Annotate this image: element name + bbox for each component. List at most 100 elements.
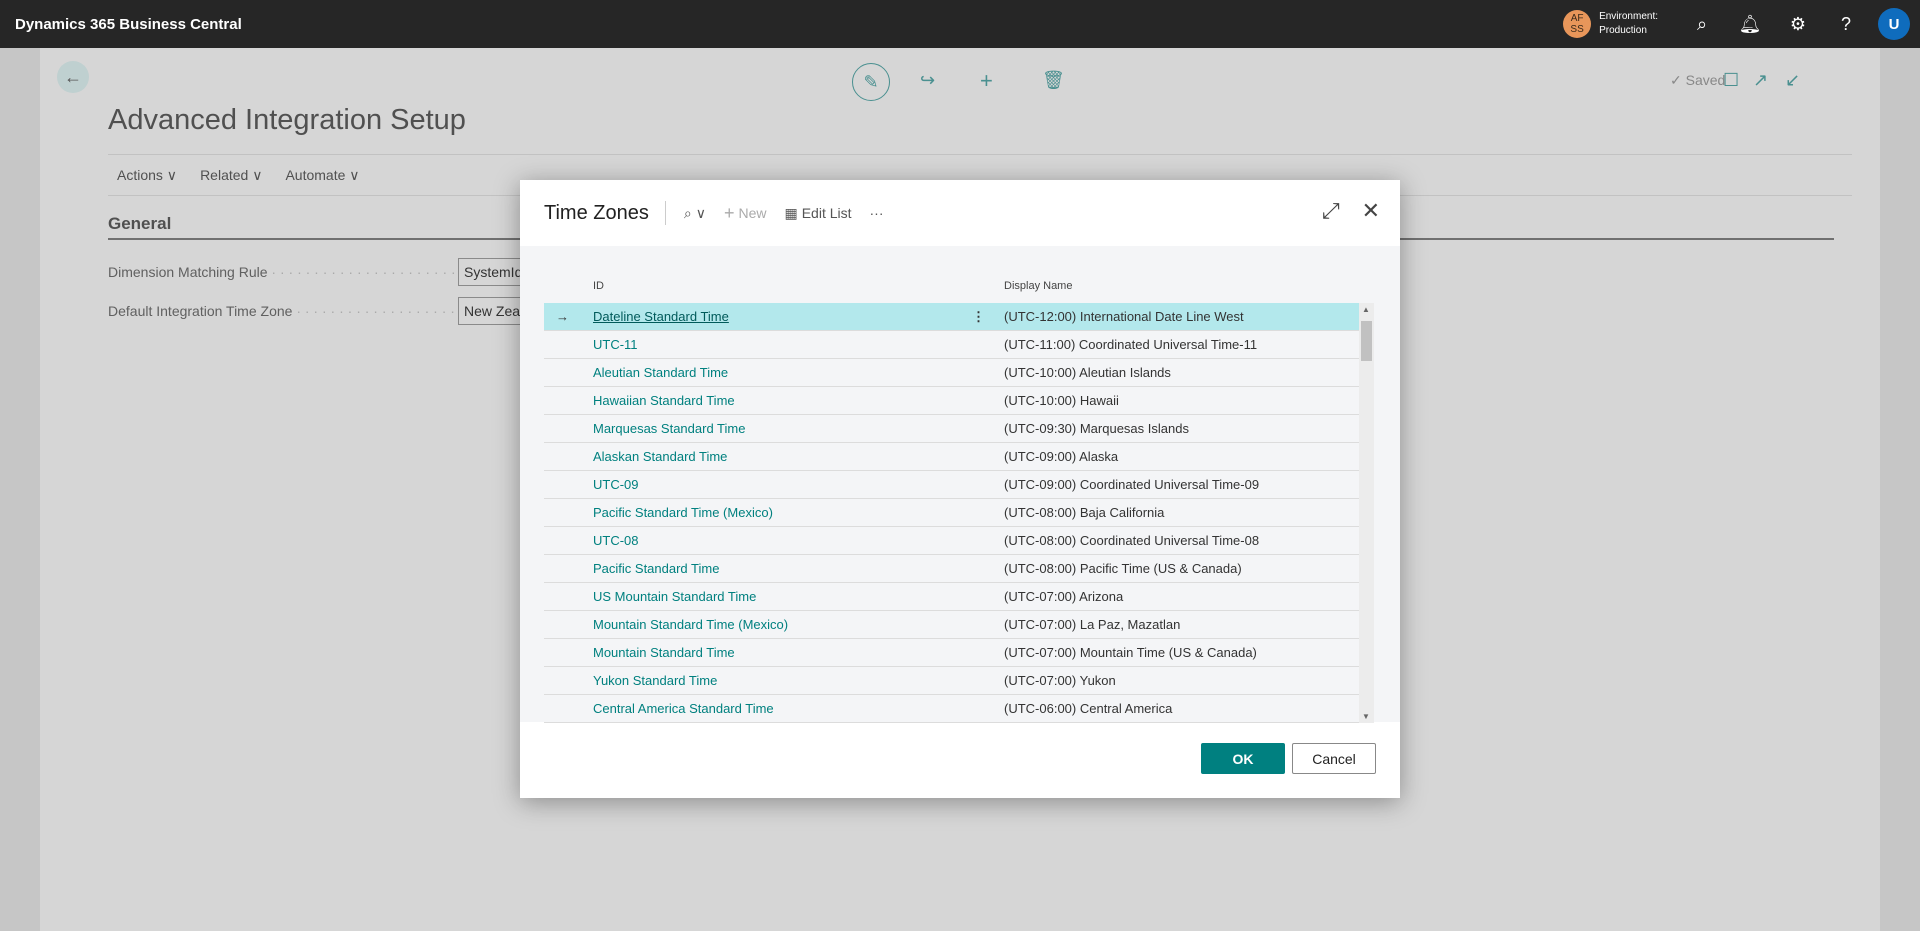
time-zones-list: ID Display Name → ⋮ Dateline Standard Time… (520, 246, 1400, 723)
display-name-cell: (UTC-07:00) La Paz, Mazatlan (1004, 617, 1181, 632)
edit-icon[interactable]: ✎ (852, 63, 890, 101)
scroll-up-icon[interactable]: ▲ (1362, 305, 1370, 314)
saved-status: ✓ Saved (1670, 72, 1726, 88)
time-zone-id-link[interactable]: Alaskan Standard Time (593, 449, 727, 464)
environment-label: Environment: (1599, 11, 1658, 22)
table-row[interactable]: Aleutian Standard Time (UTC-10:00) Aleuti… (544, 359, 1359, 387)
column-header-id[interactable]: ID (593, 280, 604, 292)
environment-badge[interactable]: AF SS (1563, 10, 1592, 38)
field-label: Default Integration Time Zone (108, 303, 458, 319)
display-name-cell: (UTC-12:00) International Date Line West (1004, 309, 1244, 324)
add-icon[interactable]: + (980, 68, 993, 94)
environment-info[interactable]: Environment: Production (1599, 10, 1658, 38)
time-zone-id-link[interactable]: Yukon Standard Time (593, 673, 717, 688)
top-bar: Dynamics 365 Business Central AF SS Envi… (0, 0, 1920, 48)
menu-label: Related (200, 166, 249, 183)
display-name-cell: (UTC-08:00) Pacific Time (US & Canada) (1004, 561, 1242, 576)
table-row[interactable]: → ⋮ Dateline Standard Time (UTC-12:00) Inte… (544, 303, 1359, 331)
dimension-matching-rule-field: Dimension Matching Rule SystemId (108, 258, 538, 286)
gear-icon[interactable]: ⚙ (1774, 0, 1822, 48)
scroll-down-icon[interactable]: ▼ (1362, 712, 1370, 721)
table-row[interactable]: Pacific Standard Time (UTC-08:00) Pacific… (544, 555, 1359, 583)
default-time-zone-field: Default Integration Time Zone New Zeal (108, 297, 538, 325)
table-row[interactable]: UTC-11 (UTC-11:00) Coordinated Universal … (544, 331, 1359, 359)
time-zone-id-link[interactable]: Pacific Standard Time (Mexico) (593, 505, 773, 520)
table-row[interactable]: Alaskan Standard Time (UTC-09:00) Alaska (544, 443, 1359, 471)
time-zone-id-link[interactable]: UTC-08 (593, 533, 639, 548)
saved-label: Saved (1685, 72, 1726, 88)
ok-button[interactable]: OK (1201, 743, 1285, 774)
display-name-cell: (UTC-09:30) Marquesas Islands (1004, 421, 1189, 436)
table-row[interactable]: Marquesas Standard Time (UTC-09:30) Marqu… (544, 415, 1359, 443)
actions-menu[interactable]: Actions ∨ (117, 167, 177, 184)
avatar[interactable]: U (1878, 8, 1910, 40)
time-zone-id-link[interactable]: Mountain Standard Time (593, 645, 735, 660)
bookmark-icon[interactable]: ☐ (1723, 70, 1739, 91)
table-row[interactable]: US Mountain Standard Time (UTC-07:00) Ari… (544, 583, 1359, 611)
display-name-cell: (UTC-10:00) Hawaii (1004, 393, 1119, 408)
menu-label: Automate (285, 166, 346, 183)
scrollbar-thumb[interactable] (1361, 321, 1372, 361)
collapse-icon[interactable]: ↙ (1785, 70, 1800, 91)
open-new-window-icon[interactable]: ↗ (1753, 70, 1768, 91)
display-name-cell: (UTC-09:00) Coordinated Universal Time-0… (1004, 477, 1260, 492)
current-row-arrow-icon: → (556, 309, 569, 324)
more-options-button[interactable]: ··· (870, 205, 884, 221)
page-title: Advanced Integration Setup (108, 104, 466, 136)
bell-icon[interactable]: 🔔︎ (1726, 0, 1774, 48)
display-name-cell: (UTC-06:00) Central America (1004, 701, 1173, 716)
table-row[interactable]: Pacific Standard Time (Mexico) (UTC-08:00… (544, 499, 1359, 527)
expand-icon[interactable]: ⤢ (1322, 198, 1340, 224)
time-zone-id-link[interactable]: Marquesas Standard Time (593, 421, 745, 436)
time-zone-id-link[interactable]: Pacific Standard Time (593, 561, 719, 576)
time-zone-id-link[interactable]: UTC-11 (593, 337, 638, 352)
automate-menu[interactable]: Automate ∨ (285, 167, 359, 184)
help-icon[interactable]: ? (1822, 0, 1870, 48)
time-zone-id-link[interactable]: Hawaiian Standard Time (593, 393, 735, 408)
cancel-button[interactable]: Cancel (1292, 743, 1376, 774)
back-button[interactable]: ← (57, 61, 89, 93)
table-row[interactable]: UTC-09 (UTC-09:00) Coordinated Universal … (544, 471, 1359, 499)
menu-label: Actions (117, 166, 163, 183)
column-header-display-name[interactable]: Display Name (1004, 280, 1072, 292)
time-zone-id-link[interactable]: UTC-09 (593, 477, 639, 492)
table-row[interactable]: Mountain Standard Time (UTC-07:00) Mounta… (544, 639, 1359, 667)
search-icon: ⌕ (683, 204, 692, 221)
time-zone-id-link[interactable]: Mountain Standard Time (Mexico) (593, 617, 788, 632)
new-button[interactable]: + New (724, 203, 767, 224)
environment-name: Production (1599, 25, 1647, 36)
dialog-title: Time Zones (544, 201, 666, 225)
time-zone-id-link[interactable]: Aleutian Standard Time (593, 365, 728, 380)
scrollbar[interactable]: ▲ ▼ (1359, 303, 1374, 723)
plus-icon: + (723, 202, 735, 223)
display-name-cell: (UTC-08:00) Coordinated Universal Time-0… (1004, 533, 1260, 548)
display-name-cell: (UTC-10:00) Aleutian Islands (1004, 365, 1171, 380)
app-title[interactable]: Dynamics 365 Business Central (15, 16, 242, 33)
share-icon[interactable]: ↪ (920, 70, 935, 91)
edit-list-icon: ▦ (784, 204, 798, 221)
display-name-cell: (UTC-08:00) Baja California (1004, 505, 1165, 520)
table-row[interactable]: Central America Standard Time (UTC-06:00)… (544, 695, 1359, 723)
display-name-cell: (UTC-11:00) Coordinated Universal Time-1… (1004, 337, 1258, 352)
table-row[interactable]: Yukon Standard Time (UTC-07:00) Yukon (544, 667, 1359, 695)
display-name-cell: (UTC-07:00) Arizona (1004, 589, 1124, 604)
close-icon[interactable]: ✕ (1362, 198, 1380, 224)
edit-list-button[interactable]: ▦ Edit List (784, 205, 851, 222)
table-row[interactable]: Hawaiian Standard Time (UTC-10:00) Hawaii (544, 387, 1359, 415)
search-icon[interactable]: ⌕ (1678, 0, 1726, 48)
display-name-cell: (UTC-07:00) Yukon (1004, 673, 1116, 688)
search-button[interactable]: ⌕ ∨ (684, 205, 706, 222)
delete-icon[interactable]: 🗑︎ (1042, 70, 1065, 91)
time-zone-id-link[interactable]: Dateline Standard Time (593, 309, 729, 324)
related-menu[interactable]: Related ∨ (200, 167, 262, 184)
time-zones-dialog: Time Zones ⌕ ∨ + New ▦ Edit List ··· ⤢ ✕ ID… (520, 180, 1400, 798)
field-label: Dimension Matching Rule (108, 264, 458, 280)
new-label: New (738, 205, 767, 221)
table-row[interactable]: Mountain Standard Time (Mexico) (UTC-07:0… (544, 611, 1359, 639)
row-actions-icon[interactable]: ⋮ (972, 309, 985, 325)
table-row[interactable]: UTC-08 (UTC-08:00) Coordinated Universal … (544, 527, 1359, 555)
display-name-cell: (UTC-07:00) Mountain Time (US & Canada) (1004, 645, 1257, 660)
time-zone-id-link[interactable]: US Mountain Standard Time (593, 589, 756, 604)
edit-list-label: Edit List (801, 205, 852, 221)
time-zone-id-link[interactable]: Central America Standard Time (593, 701, 774, 716)
